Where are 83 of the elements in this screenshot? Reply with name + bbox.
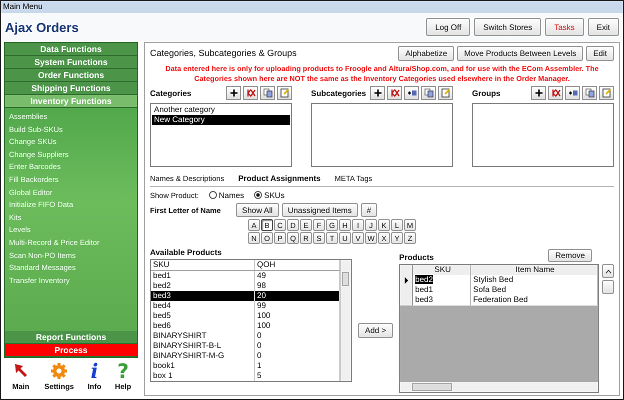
insert-icon (568, 88, 578, 98)
header-button[interactable]: Switch Stores (474, 18, 542, 36)
filter-button[interactable]: Show All (236, 203, 279, 217)
edit-icon (602, 88, 612, 98)
filter-button[interactable]: Unassigned Items (282, 203, 358, 217)
edit-button[interactable] (599, 86, 614, 100)
panel-title: Categories, Subcategories & Groups (150, 48, 297, 58)
sidebar-section[interactable]: Process (5, 344, 137, 357)
header-button[interactable]: Log Off (426, 18, 470, 36)
table-cell: box 1 (151, 371, 255, 381)
copy-icon (424, 88, 434, 98)
scrollbar[interactable] (400, 382, 598, 392)
panel-button[interactable]: Edit (586, 46, 614, 60)
table-cell: book1 (151, 361, 255, 371)
sidebar-section[interactable]: Order Functions (5, 69, 137, 82)
delete-icon (246, 88, 256, 98)
edit-button[interactable] (438, 86, 453, 100)
table-title: Products (399, 253, 434, 262)
delete-icon (550, 88, 560, 98)
plus-icon (228, 88, 238, 98)
insert-button[interactable] (565, 86, 580, 100)
insert-button[interactable] (404, 86, 419, 100)
table-cell: bed5 (151, 311, 255, 321)
list-label: Subcategories (311, 88, 366, 98)
header-button[interactable]: Exit (588, 18, 619, 36)
table-cell: bed1 (151, 271, 255, 281)
scrollbar[interactable] (340, 260, 351, 381)
sidebar-section[interactable]: Report Functions (5, 331, 137, 344)
copy-icon (584, 88, 594, 98)
header-button[interactable]: Tasks (545, 18, 584, 36)
sidebar-section[interactable]: Data Functions (5, 43, 137, 56)
list-label: Categories (150, 88, 192, 98)
delete-button[interactable] (548, 86, 563, 100)
table-cell: bed3 (151, 291, 255, 301)
list-box[interactable]: Another category New Category (150, 103, 292, 167)
table-title: Available Products (150, 248, 223, 257)
list-label: Groups (472, 88, 500, 98)
remove-button[interactable]: Remove (548, 249, 592, 262)
list-item[interactable]: New Category (152, 115, 290, 125)
app-title: Ajax Orders (5, 20, 79, 34)
add-button[interactable]: Add > (358, 323, 394, 338)
filter-button[interactable]: # (360, 203, 378, 217)
panel-button[interactable]: Alphabetize (398, 46, 454, 60)
tab[interactable]: Product Assignments (238, 174, 321, 182)
current-row-icon (404, 276, 409, 284)
table-cell: Federation Bed (471, 295, 598, 306)
panel-button[interactable]: Move Products Between Levels (457, 46, 584, 60)
sidebar-section[interactable]: System Functions (5, 56, 137, 69)
edit-icon (440, 88, 450, 98)
table-cell: bed6 (151, 321, 255, 331)
radio-label[interactable]: SKUs (264, 190, 285, 200)
delete-button[interactable] (387, 86, 402, 100)
delete-icon (390, 88, 400, 98)
edit-button[interactable] (277, 86, 292, 100)
sidebar-section[interactable]: Shipping Functions (5, 82, 137, 95)
add-button[interactable] (226, 86, 241, 100)
gear-icon[interactable] (49, 361, 70, 381)
copy-icon (262, 88, 272, 98)
list-item[interactable]: Another category (152, 105, 290, 115)
move-up-button[interactable] (602, 264, 614, 278)
column-header[interactable]: SKU (151, 260, 255, 270)
up-icon (604, 268, 612, 274)
edit-icon (280, 88, 290, 98)
info-icon[interactable]: i (90, 361, 98, 381)
copy-button[interactable] (260, 86, 275, 100)
table-cell: BINARYSHIRT-B-L (151, 341, 255, 351)
table-cell: BINARYSHIRT-M-G (151, 351, 255, 361)
add-button[interactable] (370, 86, 385, 100)
plus-icon (534, 88, 544, 98)
delete-button[interactable] (243, 86, 258, 100)
radio-button[interactable] (208, 191, 217, 199)
table-cell: bed3 (413, 295, 472, 306)
insert-icon (406, 88, 416, 98)
table-cell: BINARYSHIRT (151, 331, 255, 341)
radio-button[interactable] (254, 191, 262, 199)
copy-button[interactable] (582, 86, 597, 100)
window-title: Main Menu (3, 2, 43, 11)
radio-label[interactable]: Names (218, 190, 244, 200)
add-button[interactable] (531, 86, 546, 100)
copy-button[interactable] (421, 86, 436, 100)
table-cell: bed4 (151, 301, 255, 311)
table-row[interactable]: bed3 20 (151, 291, 340, 301)
plus-icon (372, 88, 382, 98)
